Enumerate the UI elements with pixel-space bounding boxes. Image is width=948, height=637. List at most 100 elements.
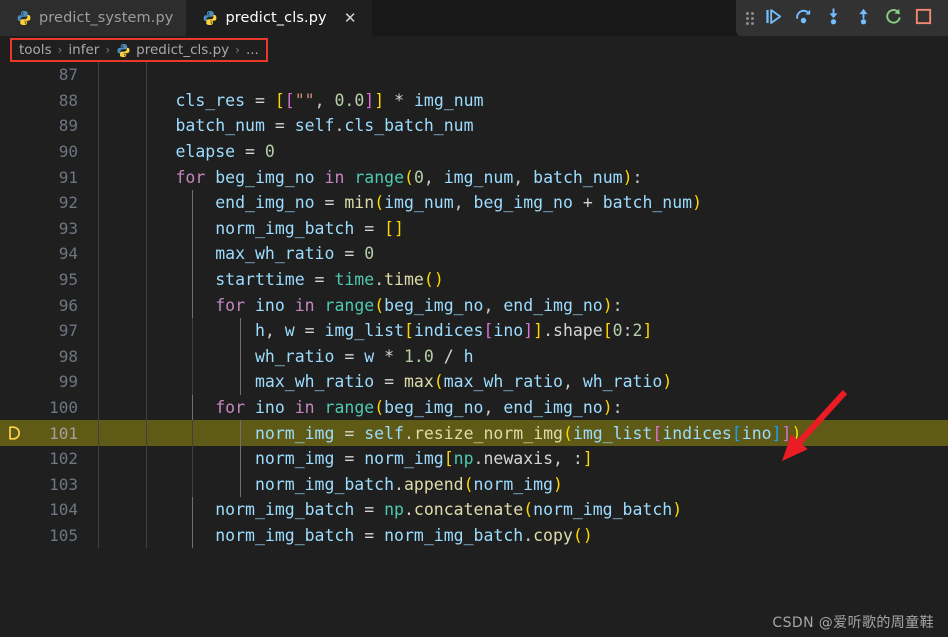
- indent-guide: [240, 445, 241, 472]
- code-line[interactable]: 103 norm_img_batch.append(norm_img): [0, 471, 948, 498]
- code-token: ): [582, 525, 593, 545]
- python-file-icon: [16, 10, 32, 26]
- code-token: ]: [523, 321, 534, 341]
- code-token: img_num: [413, 90, 484, 110]
- chevron-right-icon: ›: [235, 43, 240, 57]
- breadcrumb-item-file[interactable]: predict_cls.py: [136, 42, 229, 58]
- line-number: 101: [0, 420, 96, 446]
- tab-predict-system-py[interactable]: predict_system.py: [0, 0, 187, 36]
- code-line[interactable]: 99 max_wh_ratio = max(max_wh_ratio, wh_r…: [0, 369, 948, 395]
- code-token: ]: [374, 90, 385, 110]
- code-line[interactable]: 94 max_wh_ratio = 0: [0, 241, 948, 267]
- code-editor[interactable]: 87 88 cls_res = [["", 0.0]] * img_num 89 b…: [0, 62, 948, 637]
- drag-handle-icon[interactable]: [742, 3, 758, 33]
- code-line[interactable]: 98 wh_ratio = w * 1.0 / h: [0, 343, 948, 370]
- code-token: beg_img_no: [473, 193, 573, 213]
- code-token: ]: [582, 449, 593, 469]
- code-line[interactable]: 96 for ino in range(beg_img_no, end_img_…: [0, 292, 948, 318]
- code-line[interactable]: 100 for ino in range(beg_img_no, end_img…: [0, 394, 948, 421]
- code-line[interactable]: 95 starttime = time.time(): [0, 266, 948, 293]
- step-into-icon: [824, 7, 843, 30]
- code-line[interactable]: 91 for beg_img_no in range(0, img_num, b…: [0, 164, 948, 190]
- code-tokens: norm_img = norm_img[np.newaxis, :]: [96, 449, 593, 468]
- code-token: .: [543, 321, 554, 341]
- code-line[interactable]: 104 norm_img_batch = np.concatenate(norm…: [0, 497, 948, 523]
- step-into-button[interactable]: [818, 3, 848, 33]
- code-tokens: end_img_no = min(img_num, beg_img_no + b…: [96, 193, 702, 212]
- code-line[interactable]: 93 norm_img_batch = []: [0, 215, 948, 242]
- code-line[interactable]: 88 cls_res = [["", 0.0]] * img_num: [0, 87, 948, 114]
- indent-guide: [192, 241, 193, 267]
- indent-guide: [192, 292, 193, 318]
- code-line-text: wh_ratio = w * 1.0 / h: [96, 343, 948, 370]
- code-tokens: norm_img_batch = norm_img_batch.copy(): [96, 526, 593, 545]
- line-number: 93: [58, 218, 78, 238]
- code-line[interactable]: 101 norm_img = self.resize_norm_img(img_…: [0, 420, 948, 446]
- indent-guide: [98, 164, 99, 190]
- code-token: *: [374, 346, 404, 366]
- code-token: norm_img_batch: [215, 218, 355, 238]
- code-line[interactable]: 87: [0, 62, 948, 88]
- code-tokens: max_wh_ratio = 0: [96, 244, 374, 263]
- code-token: (: [523, 500, 534, 520]
- code-token: end_img_no: [503, 295, 603, 315]
- code-token: "": [294, 90, 315, 110]
- indent-guide: [146, 266, 147, 293]
- code-token: =: [264, 116, 295, 136]
- step-out-button[interactable]: [848, 3, 878, 33]
- code-token: :: [622, 321, 633, 341]
- code-token: (: [374, 193, 385, 213]
- code-line[interactable]: 90 elapse = 0: [0, 138, 948, 165]
- code-token: ,: [453, 193, 474, 213]
- indent-guide: [146, 343, 147, 370]
- code-token: (: [423, 270, 434, 290]
- code-line[interactable]: 102 norm_img = norm_img[np.newaxis, :]: [0, 445, 948, 472]
- indent-guide: [146, 394, 147, 421]
- code-token: ]: [771, 423, 782, 443]
- step-over-button[interactable]: [788, 3, 818, 33]
- indent-guide: [98, 522, 99, 549]
- tab-predict-cls-py[interactable]: predict_cls.py ✕: [186, 0, 372, 36]
- code-line[interactable]: 105 norm_img_batch = norm_img_batch.copy…: [0, 522, 948, 549]
- code-token: in: [294, 295, 315, 315]
- indent-guide: [98, 420, 99, 446]
- code-line-text: starttime = time.time(): [96, 266, 948, 293]
- code-token: beg_img_no: [384, 398, 484, 418]
- code-line[interactable]: 89 batch_num = self.cls_batch_num: [0, 113, 948, 139]
- continue-button[interactable]: [758, 3, 788, 33]
- stop-button[interactable]: [908, 3, 938, 33]
- code-token: append: [403, 474, 464, 494]
- line-number: 98: [58, 346, 78, 366]
- code-tokens: norm_img_batch.append(norm_img): [96, 475, 563, 494]
- code-tokens: h, w = img_list[indices[ino]].shape[0:2]: [96, 321, 652, 340]
- python-file-icon: [116, 43, 131, 58]
- code-line-text: norm_img_batch.append(norm_img): [96, 471, 948, 498]
- code-line[interactable]: 97 h, w = img_list[indices[ino]].shape[0…: [0, 317, 948, 344]
- code-token: =: [304, 270, 335, 290]
- line-number: 100: [49, 398, 78, 418]
- restart-button[interactable]: [878, 3, 908, 33]
- code-token: for: [215, 398, 246, 418]
- indent-guide: [192, 215, 193, 242]
- breadcrumb-item-more[interactable]: ...: [246, 42, 259, 58]
- code-token: [: [284, 90, 295, 110]
- breadcrumb-item-infer[interactable]: infer: [68, 42, 99, 58]
- breadcrumb-item-tools[interactable]: tools: [19, 42, 52, 58]
- line-number: 90: [58, 142, 78, 162]
- debug-current-line-icon[interactable]: [6, 425, 22, 441]
- code-token: max: [403, 372, 434, 392]
- code-token: [: [483, 321, 494, 341]
- code-line[interactable]: 92 end_img_no = min(img_num, beg_img_no …: [0, 189, 948, 216]
- code-token: ): [692, 193, 703, 213]
- close-icon[interactable]: ✕: [342, 10, 359, 27]
